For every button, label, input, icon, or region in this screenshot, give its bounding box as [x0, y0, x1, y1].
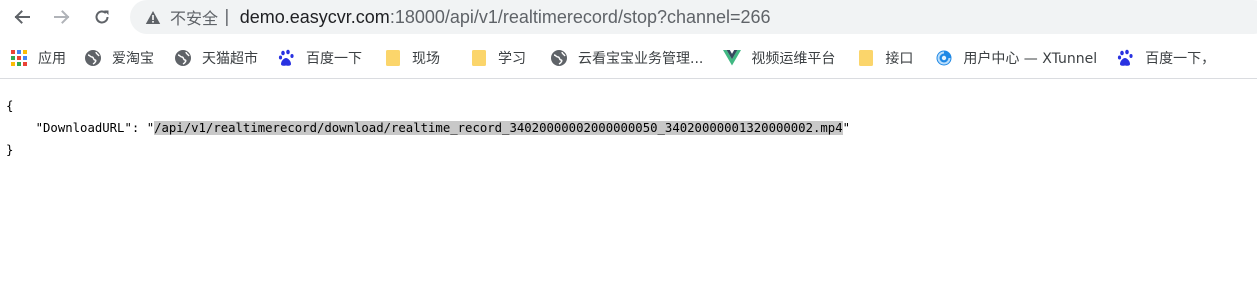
apps-grid-icon [10, 49, 28, 67]
arrow-left-icon [14, 10, 30, 24]
bookmark-label: 接口 [885, 51, 914, 67]
json-quote-close: " [842, 121, 851, 135]
globe-icon [174, 49, 192, 67]
globe-icon [550, 49, 568, 67]
json-close-brace: } [6, 143, 14, 157]
bookmark-aitaobao[interactable]: 爱淘宝 [78, 44, 160, 72]
warning-triangle-icon[interactable] [144, 8, 162, 26]
json-value-selected[interactable]: /api/v1/realtimerecord/download/realtime… [154, 121, 843, 135]
bookmark-label: 天猫超市 [202, 51, 258, 67]
bookmark-video-ops[interactable]: 视频运维平台 [717, 44, 841, 72]
forward-button[interactable] [48, 5, 76, 29]
bookmark-label: 爱淘宝 [112, 51, 154, 67]
bookmark-folder-xianchang[interactable]: 现场 [378, 44, 446, 72]
json-response: { "DownloadURL": "/api/v1/realtimerecord… [0, 79, 1257, 161]
bookmark-label: 百度一下 [306, 51, 362, 67]
browser-toolbar: 不安全 | demo.easycvr.com:18000/api/v1/real… [0, 0, 1257, 38]
url-host: demo.easycvr.com [239, 6, 390, 27]
bookmarks-bar: 应用 爱淘宝 天猫超市 百度一下 现场 学习 云看宝宝业务管理... 视频运维平… [0, 38, 1257, 79]
bookmark-label: 学习 [498, 51, 526, 67]
bookmark-baidu[interactable]: 百度一下 [272, 44, 368, 72]
back-button[interactable] [8, 5, 36, 29]
bookmark-label: 用户中心 — XTunnel [963, 51, 1098, 67]
bookmark-xtunnel[interactable]: 用户中心 — XTunnel [929, 44, 1103, 72]
swirl-icon [935, 49, 953, 67]
baidu-paw-icon [1117, 49, 1135, 67]
bookmark-folder-jiekou[interactable]: 接口 [851, 44, 919, 72]
bookmark-folder-xuexi[interactable]: 学习 [464, 44, 532, 72]
bookmark-apps[interactable]: 应用 [0, 44, 72, 72]
baidu-paw-icon [278, 49, 296, 67]
bookmark-label: 视频运维平台 [751, 51, 836, 67]
vue-logo-icon [723, 49, 742, 67]
address-separator: | [224, 7, 230, 27]
bookmark-label: 应用 [38, 51, 66, 67]
address-bar[interactable]: 不安全 | demo.easycvr.com:18000/api/v1/real… [130, 0, 1257, 34]
page-content: { "DownloadURL": "/api/v1/realtimerecord… [0, 79, 1257, 283]
bookmark-label: 现场 [412, 51, 440, 67]
bookmark-baidu-2[interactable]: 百度一下， [1111, 44, 1221, 72]
bookmark-tmall[interactable]: 天猫超市 [168, 44, 264, 72]
json-quote-open: " [146, 121, 155, 135]
json-key: "DownloadURL" [35, 121, 132, 135]
reload-button[interactable] [88, 5, 116, 29]
folder-icon [470, 49, 488, 67]
globe-icon [84, 49, 102, 67]
url-text[interactable]: demo.easycvr.com:18000/api/v1/realtimere… [240, 7, 771, 28]
bookmark-label: 云看宝宝业务管理... [578, 51, 704, 67]
json-open-brace: { [6, 99, 14, 113]
folder-icon [857, 49, 875, 67]
bookmark-label: 百度一下， [1145, 51, 1216, 67]
security-status-label[interactable]: 不安全 [170, 5, 218, 29]
arrow-right-icon [54, 10, 70, 24]
bookmark-yunkanbaobao[interactable]: 云看宝宝业务管理... [544, 44, 709, 72]
reload-icon [95, 10, 109, 24]
json-colon: : [131, 121, 147, 135]
url-path: :18000/api/v1/realtimerecord/stop?channe… [389, 6, 771, 27]
folder-icon [384, 49, 402, 67]
